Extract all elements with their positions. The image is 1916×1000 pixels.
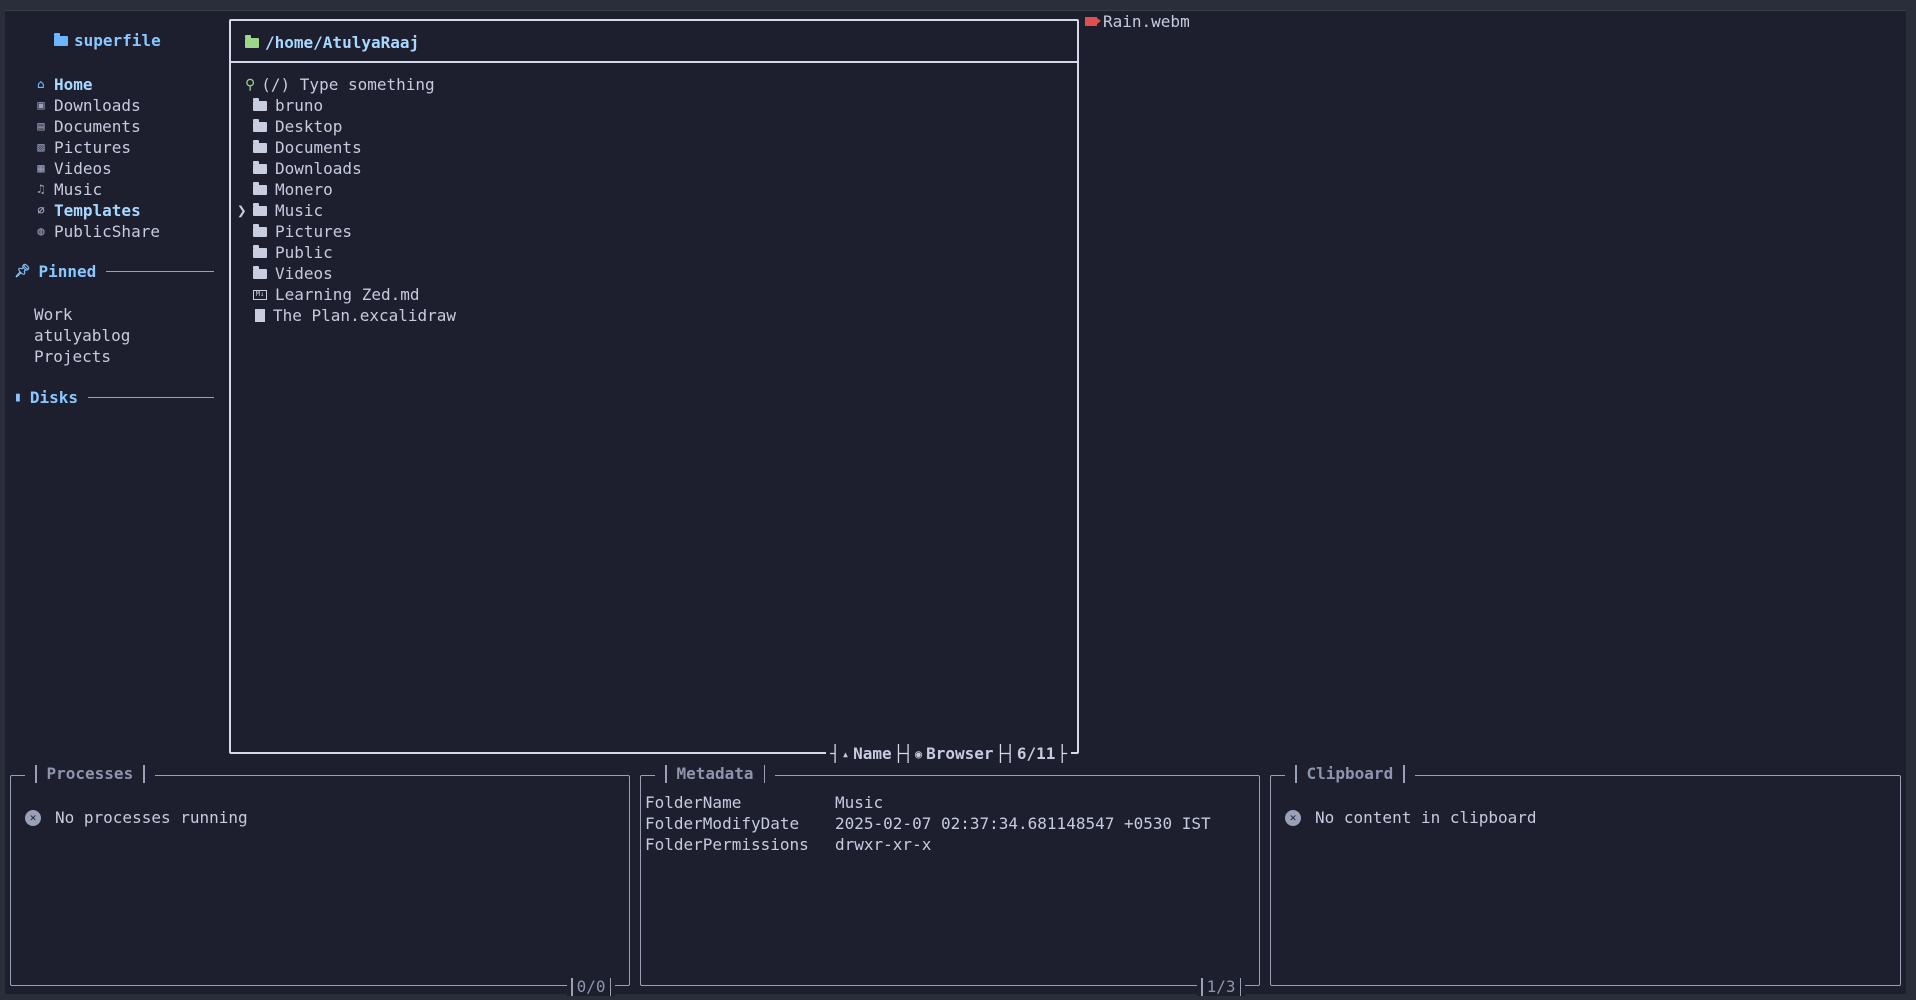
folder-icon	[54, 32, 68, 46]
list-item[interactable]: Desktop	[253, 116, 456, 137]
app-title: superfile	[54, 31, 161, 50]
list-item[interactable]: Downloads	[253, 158, 456, 179]
table-row: FolderName Music	[645, 793, 884, 812]
sort-label[interactable]: Name	[853, 744, 892, 763]
pinned-item-projects[interactable]: Projects	[34, 346, 130, 367]
chevron-right-icon: ❯	[237, 201, 247, 220]
search-icon: ⚲	[245, 76, 256, 93]
folder-icon	[253, 202, 267, 216]
window-bottom-frame	[0, 994, 1916, 1000]
disk-icon: ▮	[14, 390, 22, 405]
file-preview: Rain.webm	[1085, 12, 1190, 31]
document-icon: ▤	[37, 119, 45, 133]
table-row: FolderModifyDate 2025-02-07 02:37:34.681…	[645, 814, 1211, 833]
window-top-frame	[0, 0, 1916, 11]
close-circle-icon: ✕	[1285, 809, 1301, 826]
pinned-item-atulyablog[interactable]: atulyablog	[34, 325, 130, 346]
list-item[interactable]: Videos	[253, 263, 456, 284]
processes-count: 0/0	[567, 977, 615, 996]
folder-icon	[253, 223, 267, 237]
folder-icon	[253, 244, 267, 258]
close-circle-icon: ✕	[25, 809, 41, 826]
clipboard-empty-message: ✕ No content in clipboard	[1285, 808, 1537, 827]
picture-icon: ▧	[37, 140, 45, 154]
divider	[88, 397, 214, 398]
sidebar-item-downloads[interactable]: ▣ Downloads	[34, 95, 160, 116]
sidebar-item-publicshare[interactable]: ◍ PublicShare	[34, 221, 160, 242]
panel-title: Clipboard	[1285, 764, 1415, 783]
file-panel-status-bar: ┤ ▴ Name ├┤ ◉ Browser ├┤ 6/11 ├	[826, 744, 1071, 763]
file-list: bruno Desktop Documents Downloads Monero…	[237, 95, 456, 326]
panel-title: Processes	[25, 764, 155, 783]
sidebar-item-pictures[interactable]: ▧ Pictures	[34, 137, 160, 158]
home-icon: ⌂	[37, 77, 45, 91]
panel-title: Metadata	[655, 764, 776, 783]
disks-section-header: ▮ Disks	[14, 388, 214, 407]
folder-icon	[245, 34, 259, 48]
pinned-list: Work atulyablog Projects	[34, 304, 130, 367]
table-row: FolderPermissions drwxr-xr-x	[645, 835, 932, 854]
list-item-selected[interactable]: ❯ Music	[237, 200, 456, 221]
music-icon: ♫	[37, 182, 45, 196]
metadata-table: FolderName Music FolderModifyDate 2025-0…	[645, 792, 1211, 855]
metadata-count: 1/3	[1197, 977, 1245, 996]
folder-icon	[253, 97, 267, 111]
search-input[interactable]: ⚲ (/) Type something	[245, 75, 435, 94]
list-item[interactable]: bruno	[253, 95, 456, 116]
sidebar-item-home[interactable]: ⌂ Home	[34, 74, 160, 95]
video-icon: ▦	[37, 161, 45, 175]
sidebar-item-documents[interactable]: ▤ Documents	[34, 116, 160, 137]
list-item[interactable]: M↓ Learning Zed.md	[253, 284, 456, 305]
cursor-position: 6/11	[1016, 744, 1056, 763]
folder-icon	[253, 265, 267, 279]
sidebar-item-templates[interactable]: ⌀ Templates	[34, 200, 160, 221]
processes-panel[interactable]: Processes ✕ No processes running 0/0	[10, 764, 630, 996]
folder-icon	[253, 160, 267, 174]
panel-mode-label[interactable]: Browser	[926, 744, 993, 763]
list-item[interactable]: Documents	[253, 137, 456, 158]
folder-icon	[253, 118, 267, 132]
well-known-list: ⌂ Home ▣ Downloads ▤ Documents ▧ Picture…	[34, 74, 160, 242]
list-item[interactable]: The Plan.excalidraw	[253, 305, 456, 326]
window-right-frame	[1906, 0, 1916, 1000]
sort-asc-icon: ▴	[841, 746, 850, 761]
template-icon: ⌀	[37, 203, 45, 217]
list-item[interactable]: Public	[253, 242, 456, 263]
pinned-item-work[interactable]: Work	[34, 304, 130, 325]
eye-icon: ◉	[914, 746, 923, 761]
divider	[106, 271, 214, 272]
current-path: /home/AtulyaRaaj	[245, 33, 419, 52]
video-file-icon	[1085, 17, 1101, 26]
download-icon: ▣	[37, 98, 45, 112]
processes-empty-message: ✕ No processes running	[25, 808, 248, 827]
sidebar-item-music[interactable]: ♫ Music	[34, 179, 160, 200]
clipboard-panel[interactable]: Clipboard ✕ No content in clipboard	[1270, 764, 1901, 986]
markdown-icon: M↓	[253, 289, 267, 300]
folder-icon	[253, 139, 267, 153]
pinned-section-header: 📌︎ Pinned	[14, 262, 214, 281]
list-item[interactable]: Pictures	[253, 221, 456, 242]
file-panel[interactable]: /home/AtulyaRaaj ⚲ (/) Type something br…	[229, 19, 1079, 763]
sidebar-item-videos[interactable]: ▦ Videos	[34, 158, 160, 179]
window-left-frame	[0, 0, 5, 1000]
file-icon	[255, 309, 265, 322]
folder-icon	[253, 181, 267, 195]
globe-icon: ◍	[37, 224, 45, 238]
metadata-panel[interactable]: Metadata FolderName Music FolderModifyDa…	[640, 764, 1260, 996]
pin-icon: 📌︎	[14, 264, 31, 279]
list-item[interactable]: Monero	[253, 179, 456, 200]
divider	[231, 61, 1077, 63]
